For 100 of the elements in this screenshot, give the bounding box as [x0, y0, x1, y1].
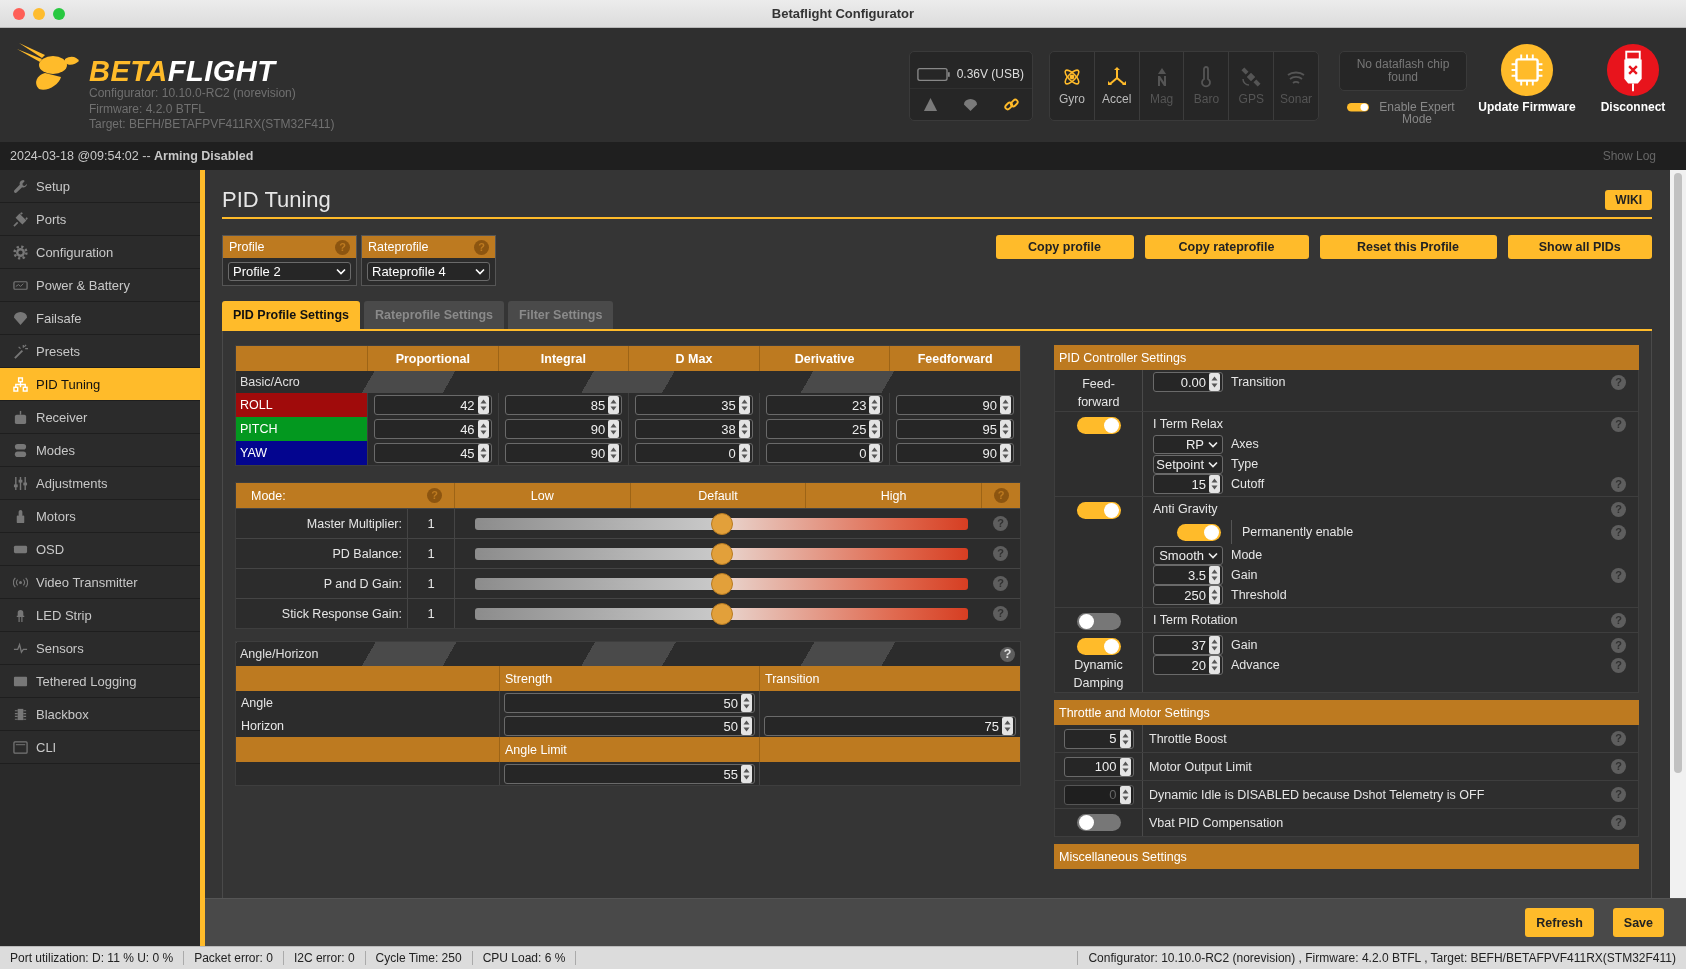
stepper-icon[interactable] — [1209, 636, 1220, 654]
number-field[interactable]: 25 — [765, 419, 884, 439]
slider-label: Master Multiplier: — [236, 508, 407, 538]
number-field[interactable]: 37 — [1153, 635, 1223, 655]
number-field[interactable]: 85 — [504, 395, 623, 415]
toggle-switch[interactable] — [1076, 417, 1121, 434]
action-button[interactable]: Copy profile — [995, 235, 1134, 259]
number-field[interactable]: 15 — [1153, 474, 1223, 494]
update-firmware-button[interactable]: Update Firmware — [1477, 43, 1577, 115]
slider-thumb[interactable] — [710, 602, 733, 625]
stepper-icon[interactable] — [1119, 757, 1131, 776]
stepper-icon[interactable] — [1002, 717, 1013, 735]
sensor-label: Accel — [1102, 92, 1132, 106]
stepper-icon[interactable] — [1209, 566, 1220, 584]
sidebar-item[interactable]: PID Tuning — [0, 368, 200, 401]
slider[interactable] — [475, 572, 968, 595]
number-field[interactable]: 50 — [504, 716, 755, 736]
action-button[interactable]: Show all PIDs — [1507, 235, 1652, 259]
number-field[interactable]: 50 — [504, 693, 755, 713]
chip-icon — [13, 706, 28, 722]
setting-label: Dynamic Damping — [1072, 657, 1125, 692]
stepper-icon[interactable] — [1000, 420, 1011, 438]
number-field[interactable]: 0 — [765, 443, 884, 463]
slider[interactable] — [475, 542, 968, 565]
number-field[interactable]: 38 — [635, 419, 753, 439]
stepper-icon[interactable] — [738, 396, 750, 414]
help-icon[interactable]: ? — [1000, 646, 1015, 662]
stepper-icon[interactable] — [738, 420, 750, 438]
stepper-icon[interactable] — [741, 765, 752, 783]
slider[interactable] — [475, 512, 968, 535]
dropdown[interactable]: Smooth — [1153, 545, 1223, 565]
status-item: I2C error: 0 — [283, 951, 366, 965]
number-field[interactable]: 90 — [896, 443, 1014, 463]
number-field[interactable]: 95 — [896, 419, 1014, 439]
slider-thumb[interactable] — [710, 572, 733, 595]
stepper-icon[interactable] — [1119, 729, 1131, 748]
slider[interactable] — [475, 602, 968, 625]
number-field[interactable]: 3.5 — [1153, 565, 1223, 585]
stepper-icon[interactable] — [1209, 475, 1220, 493]
toolbar-button[interactable]: Save — [1612, 908, 1664, 937]
toggle-switch[interactable] — [1076, 638, 1121, 655]
toggle-switch[interactable] — [1076, 502, 1121, 519]
stepper-icon[interactable] — [608, 420, 620, 438]
stepper-icon[interactable] — [741, 717, 752, 735]
group-title: I Term Relax — [1153, 417, 1224, 431]
stepper-icon[interactable] — [1209, 586, 1220, 604]
setting-label: Type — [1231, 457, 1260, 471]
stepper-icon[interactable] — [1000, 396, 1011, 414]
dropdown[interactable]: Setpoint — [1153, 454, 1223, 474]
toggle-switch[interactable] — [1177, 523, 1221, 541]
group-title: Anti Gravity — [1153, 502, 1219, 516]
stepper-icon[interactable] — [1209, 656, 1220, 674]
number-field[interactable]: 75 — [764, 716, 1016, 736]
slider-thumb[interactable] — [710, 512, 733, 535]
toolbar-button[interactable]: Refresh — [1525, 908, 1594, 937]
stepper-icon[interactable] — [869, 444, 881, 462]
wiki-button[interactable]: WIKI — [1605, 189, 1652, 210]
number-field[interactable]: 90 — [504, 443, 623, 463]
stepper-icon[interactable] — [477, 420, 489, 438]
slider-value: 1 — [427, 546, 435, 561]
number-field[interactable]: 42 — [374, 395, 492, 415]
number-field[interactable]: 20 — [1153, 655, 1223, 675]
number-field[interactable]: 90 — [504, 419, 623, 439]
stepper-icon[interactable] — [477, 396, 489, 414]
stepper-icon[interactable] — [1000, 444, 1011, 462]
action-button[interactable]: Reset this Profile — [1319, 235, 1497, 259]
slider-thumb[interactable] — [710, 542, 733, 565]
number-field[interactable]: 100 — [1063, 756, 1134, 777]
stepper-icon[interactable] — [1209, 373, 1220, 391]
number-field[interactable]: 46 — [374, 419, 492, 439]
dropdown[interactable]: RP — [1153, 434, 1223, 454]
row-label: Horizon — [240, 717, 286, 735]
number-field[interactable]: 23 — [765, 395, 884, 415]
number-field[interactable]: 90 — [896, 395, 1014, 415]
dropdown[interactable]: Profile 2 — [228, 262, 351, 281]
number-field[interactable]: 45 — [374, 443, 492, 463]
tab[interactable]: PID Profile Settings — [222, 301, 360, 329]
scrollbar[interactable] — [1674, 173, 1682, 773]
chevron-icon — [1208, 551, 1218, 559]
stepper-icon[interactable] — [738, 444, 750, 462]
stepper-icon[interactable] — [869, 396, 881, 414]
toggle-switch[interactable] — [1076, 613, 1121, 630]
disconnect-button[interactable]: Disconnect — [1583, 43, 1683, 115]
stepper-icon[interactable] — [608, 396, 620, 414]
action-button[interactable]: Copy rateprofile — [1144, 235, 1309, 259]
number-field[interactable]: 0 — [635, 443, 753, 463]
column-header: High — [805, 483, 981, 508]
number-field[interactable]: 0.00 — [1153, 372, 1223, 392]
stepper-icon[interactable] — [741, 694, 752, 712]
slider-label: PD Balance: — [236, 538, 407, 568]
stepper-icon[interactable] — [869, 420, 881, 438]
number-field[interactable]: 55 — [504, 764, 755, 784]
number-field[interactable]: 5 — [1063, 728, 1134, 749]
toggle-switch[interactable] — [1076, 814, 1121, 831]
stepper-icon[interactable] — [477, 444, 489, 462]
stepper-icon[interactable] — [608, 444, 620, 462]
number-field[interactable]: 35 — [635, 395, 753, 415]
dropdown[interactable]: Rateprofile 4 — [367, 262, 490, 281]
number-field[interactable]: 250 — [1153, 585, 1223, 605]
mode-label: Mode: — [251, 488, 286, 503]
